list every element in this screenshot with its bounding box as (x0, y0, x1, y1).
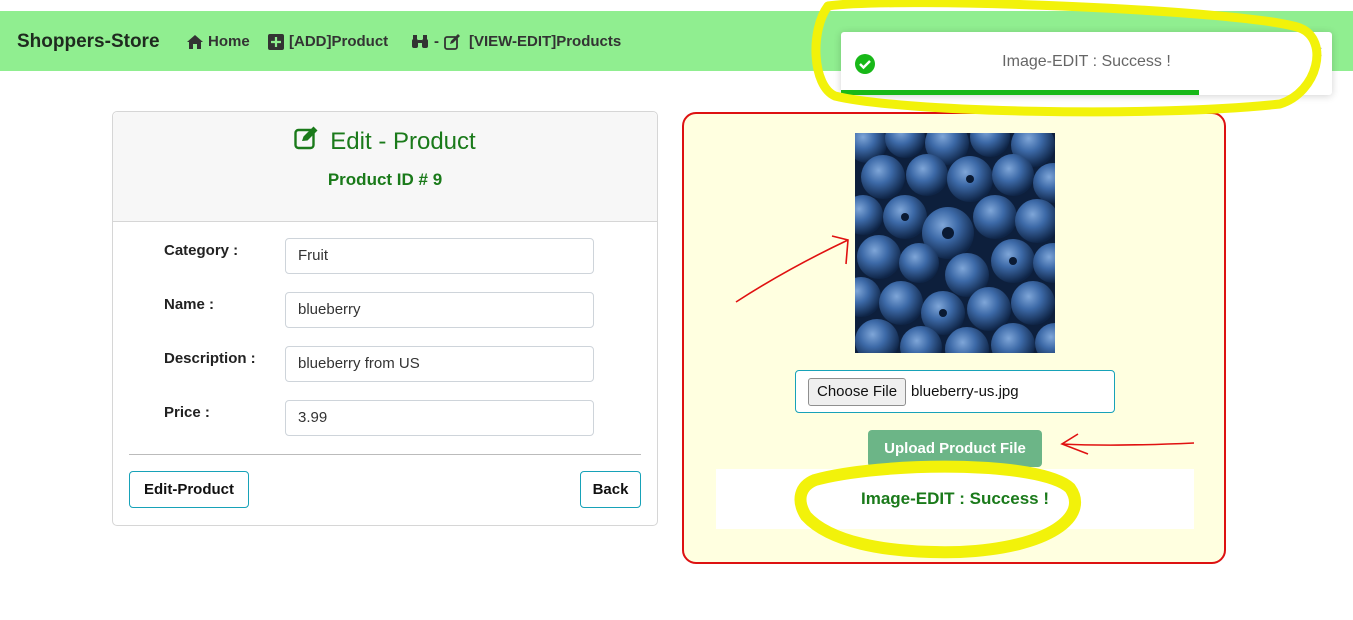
card-title-text: Edit - Product (330, 127, 476, 155)
file-input[interactable]: Choose File blueberry-us.jpg (795, 370, 1115, 413)
category-input[interactable]: Fruit (285, 238, 594, 274)
divider (129, 454, 641, 455)
toast-message: Image-EDIT : Success ! (1002, 53, 1171, 70)
category-label: Category : (164, 242, 239, 259)
description-label: Description : (164, 350, 256, 367)
toast-progress-bar (841, 90, 1200, 95)
plus-square-icon (268, 33, 284, 50)
edit-product-button[interactable]: Edit-Product (129, 471, 249, 508)
binoculars-icon (411, 34, 429, 49)
upload-status-box: Image-EDIT : Success ! (716, 469, 1194, 529)
success-toast: Image-EDIT : Success ! × (841, 32, 1332, 95)
product-image-blueberries (855, 133, 1055, 353)
close-icon[interactable]: × (1311, 42, 1324, 61)
edit-square-icon (444, 33, 460, 50)
choose-file-button[interactable]: Choose File (808, 377, 907, 406)
image-upload-panel: Choose File blueberry-us.jpg Upload Prod… (682, 112, 1226, 564)
nav-add-product-link[interactable]: [ADD]Product (268, 33, 388, 50)
edit-square-icon (294, 126, 318, 157)
nav-view-edit-link[interactable]: - [VIEW-EDIT]Products (411, 33, 621, 50)
nav-add-label: [ADD]Product (289, 33, 389, 50)
brand-logo-text[interactable]: Shoppers-Store (17, 31, 160, 53)
name-label: Name : (164, 296, 215, 313)
back-button[interactable]: Back (580, 471, 641, 508)
upload-product-file-button[interactable]: Upload Product File (868, 430, 1042, 467)
home-icon (187, 34, 203, 49)
nav-home-link[interactable]: Home (187, 33, 250, 50)
edit-product-card: Edit - Product Product ID # 9 Category :… (112, 111, 658, 526)
nav-home-label: Home (208, 33, 250, 50)
description-input[interactable]: blueberry from US (285, 346, 594, 382)
price-label: Price : (164, 404, 210, 421)
card-header: Edit - Product Product ID # 9 (113, 112, 657, 222)
card-title: Edit - Product (113, 126, 657, 157)
price-input[interactable]: 3.99 (285, 400, 594, 436)
nav-view-edit-label: [VIEW-EDIT]Products (469, 33, 622, 50)
upload-status-message: Image-EDIT : Success ! (860, 489, 1049, 508)
name-input[interactable]: blueberry (285, 292, 594, 328)
selected-file-name: blueberry-us.jpg (911, 383, 1019, 400)
nav-view-edit-dash: - (434, 33, 439, 50)
product-id-label: Product ID # 9 (327, 170, 443, 189)
